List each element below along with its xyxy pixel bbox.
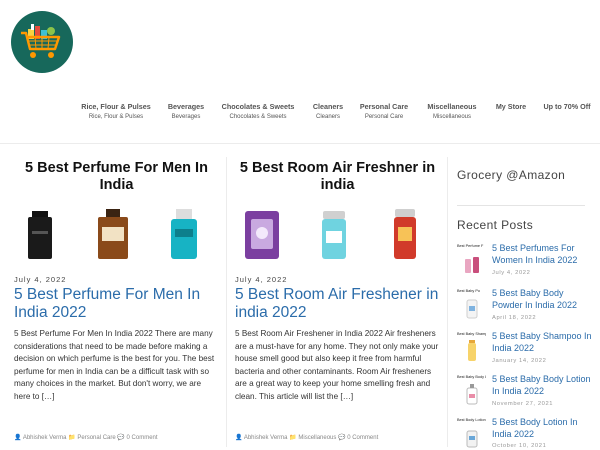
recent-post-item[interactable]: Best Perfume F 5 Best Perfumes For Women…: [457, 243, 592, 283]
recent-post-item[interactable]: Best Baby Body Lo 5 Best Baby Body Lotio…: [457, 374, 592, 414]
nav-sublabel: Cleaners: [315, 114, 340, 120]
nav-label: Miscellaneous: [427, 102, 477, 111]
nav-label: Beverages: [167, 102, 205, 111]
body-lotion-image: [466, 430, 478, 448]
post-thumbnail[interactable]: 5 Best Perfume For Men In India: [14, 157, 219, 263]
nav-sublabel: Rice, Flour & Pulses: [88, 114, 144, 120]
folder-icon: 📁: [289, 435, 297, 441]
nav-label: My Store: [495, 102, 527, 111]
recent-post-item[interactable]: Best Body Lotion In 5 Best Body Lotion I…: [457, 417, 592, 450]
perfume-bottles-image: [28, 209, 197, 259]
comment-icon: 💬: [117, 435, 125, 441]
post-date: July 4, 2022: [235, 275, 288, 284]
recent-post-date: November 27, 2021: [492, 401, 554, 407]
nav-label: Personal Care: [359, 102, 409, 111]
thumbnail-title: 5 Best Perfume For Men In India: [25, 160, 208, 193]
post-excerpt: 5 Best Room Air Freshener in India 2022 …: [235, 329, 439, 401]
air-freshener-image: [245, 209, 416, 259]
nav-sublabel: Chocolates & Sweets: [229, 114, 287, 120]
post-meta: 👤 Abhishek Verma 📁 Miscellaneous 💬 0 Com…: [235, 434, 378, 441]
recent-post-link[interactable]: 5 Best Perfumes For Women In India 2022: [492, 243, 592, 266]
recent-thumb-text: Best Baby Body Lo: [457, 375, 486, 379]
post-card: 5 Best Room Air Freshner in india July 4…: [235, 157, 440, 441]
main-navigation: Rice, Flour & Pulses Rice, Flour & Pulse…: [0, 102, 600, 126]
post-author-link[interactable]: Abhishek Verma: [23, 435, 67, 441]
post-comments-link[interactable]: 0 Comment: [347, 435, 378, 441]
column-divider: [226, 157, 227, 447]
nav-item-chocolates-sweets[interactable]: Chocolates & Sweets Chocolates & Sweets: [218, 102, 298, 122]
nav-sublabel: Personal Care: [364, 114, 404, 120]
nav-sublabel: Beverages: [171, 114, 201, 120]
widget-divider: [457, 205, 585, 206]
comment-icon: 💬: [338, 435, 346, 441]
recent-thumb-text: Best Perfume F: [457, 244, 484, 248]
baby-lotion-image: [466, 384, 478, 405]
folder-icon: 📁: [68, 435, 76, 441]
nav-label: Cleaners: [312, 102, 344, 111]
recent-post-thumbnail[interactable]: Best Perfume F: [457, 243, 486, 279]
nav-label: Rice, Flour & Pulses: [81, 102, 151, 111]
nav-label: Chocolates & Sweets: [221, 102, 295, 111]
nav-item-personal-care[interactable]: Personal Care Personal Care: [356, 102, 412, 122]
nav-item-offers[interactable]: Up to 70% Off: [540, 102, 594, 112]
recent-post-thumbnail[interactable]: Best Baby Body Lo: [457, 374, 486, 410]
post-title-link[interactable]: 5 Best Perfume For Men In India 2022: [14, 286, 219, 322]
recent-post-link[interactable]: 5 Best Body Lotion In India 2022: [492, 417, 592, 440]
recent-post-thumbnail[interactable]: Best Body Lotion In: [457, 417, 486, 450]
nav-item-rice-flour-pulses[interactable]: Rice, Flour & Pulses Rice, Flour & Pulse…: [80, 102, 152, 122]
shopping-cart-icon: [21, 24, 61, 58]
recent-posts-title: Recent Posts: [457, 218, 534, 232]
recent-post-link[interactable]: 5 Best Baby Shampoo In India 2022: [492, 331, 592, 354]
user-icon: 👤: [235, 435, 243, 441]
recent-post-item[interactable]: Best Baby Shampo 5 Best Baby Shampoo In …: [457, 331, 592, 371]
recent-post-thumbnail[interactable]: Best Baby Shampo: [457, 331, 486, 367]
recent-post-link[interactable]: 5 Best Baby Body Lotion In India 2022: [492, 374, 592, 397]
thumbnail-title: 5 Best Room Air Freshner in india: [239, 160, 436, 193]
recent-post-link[interactable]: 5 Best Baby Body Powder In India 2022: [492, 288, 592, 311]
baby-shampoo-image: [468, 340, 476, 361]
site-logo[interactable]: [11, 11, 73, 73]
post-card: 5 Best Perfume For Men In India July 4, …: [14, 157, 219, 441]
baby-powder-image: [466, 299, 478, 319]
sidebar-divider: [447, 157, 448, 447]
header-divider: [0, 143, 600, 144]
recent-thumb-text: Best Baby Shampo: [457, 332, 486, 336]
post-category-link[interactable]: Miscellaneous: [298, 435, 336, 441]
nav-item-my-store[interactable]: My Store: [491, 102, 531, 112]
recent-post-date: April 18, 2022: [492, 315, 537, 321]
post-thumbnail[interactable]: 5 Best Room Air Freshner in india: [235, 157, 440, 263]
nav-item-cleaners[interactable]: Cleaners Cleaners: [308, 102, 348, 122]
perfume-bottle-image: [465, 257, 479, 273]
user-icon: 👤: [14, 435, 22, 441]
post-excerpt: 5 Best Perfume For Men In India 2022 The…: [14, 329, 215, 401]
nav-item-miscellaneous[interactable]: Miscellaneous Miscellaneous: [422, 102, 482, 122]
nav-item-beverages[interactable]: Beverages Beverages: [164, 102, 208, 122]
recent-post-item[interactable]: Best Baby Po 5 Best Baby Body Powder In …: [457, 288, 592, 328]
post-category-link[interactable]: Personal Care: [77, 435, 115, 441]
post-date: July 4, 2022: [14, 275, 67, 284]
grocery-widget-title: Grocery @Amazon: [457, 168, 566, 182]
post-comments-link[interactable]: 0 Comment: [127, 435, 158, 441]
post-author-link[interactable]: Abhishek Verma: [244, 435, 288, 441]
nav-sublabel: Miscellaneous: [432, 114, 472, 120]
recent-post-date: July 4, 2022: [492, 270, 531, 276]
recent-thumb-text: Best Body Lotion In: [457, 418, 486, 422]
nav-label: Up to 70% Off: [543, 102, 591, 111]
post-meta: 👤 Abhishek Verma 📁 Personal Care 💬 0 Com…: [14, 434, 158, 441]
recent-post-date: January 14, 2022: [492, 358, 547, 364]
recent-thumb-text: Best Baby Po: [457, 289, 481, 293]
recent-post-thumbnail[interactable]: Best Baby Po: [457, 288, 486, 324]
recent-post-date: October 10, 2021: [492, 443, 547, 449]
post-title-link[interactable]: 5 Best Room Air Freshener in india 2022: [235, 286, 440, 322]
